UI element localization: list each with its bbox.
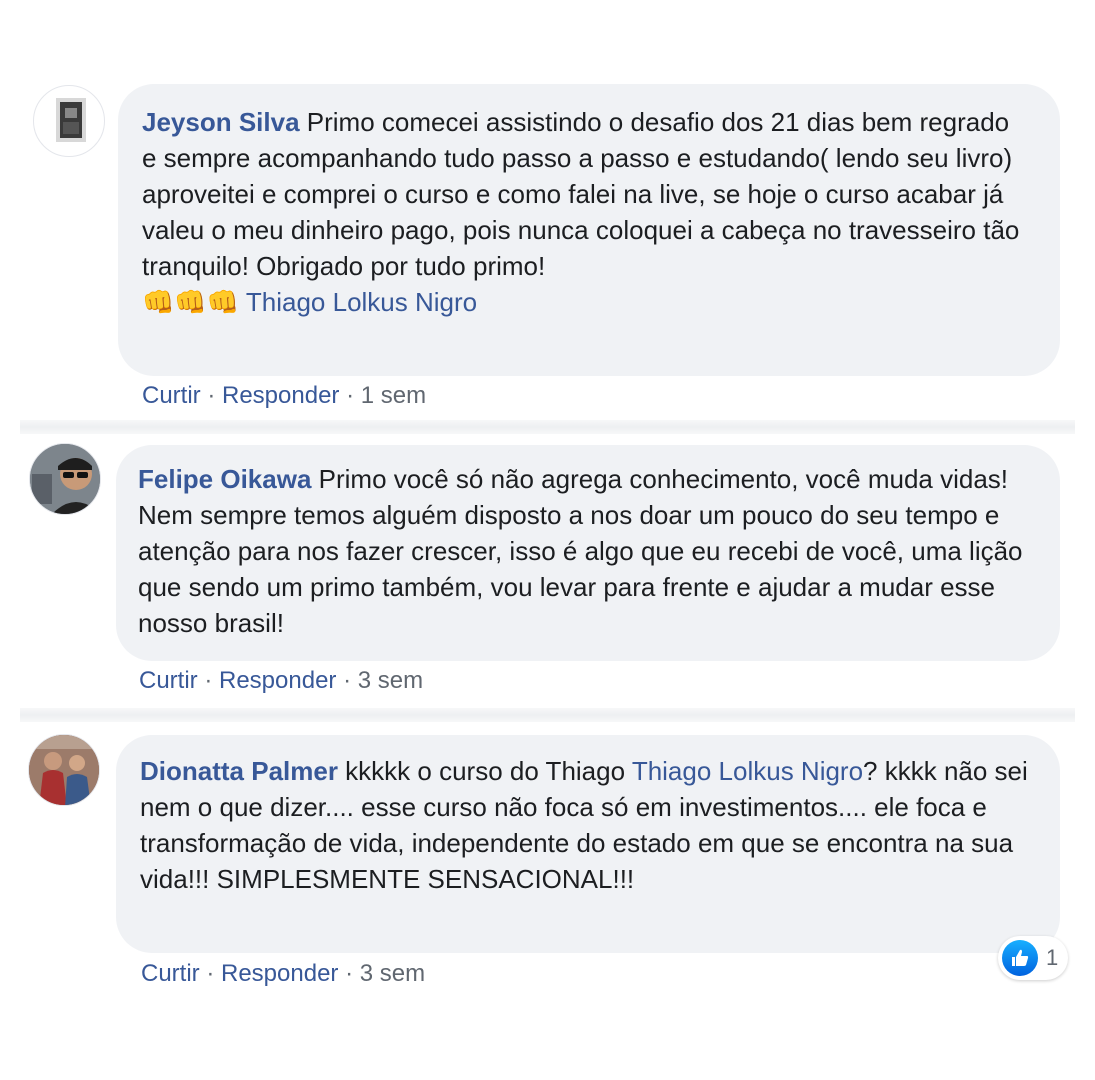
reaction-count: 1 (1046, 945, 1059, 970)
mention-link[interactable]: Thiago Lolkus Nigro (246, 287, 477, 317)
like-button[interactable]: Curtir (141, 960, 200, 987)
like-button[interactable]: Curtir (139, 667, 198, 694)
reply-button[interactable]: Responder (222, 382, 339, 409)
comment-text: kkkkk o curso do Thiago (337, 756, 632, 786)
avatar[interactable] (28, 734, 100, 806)
divider (20, 708, 1075, 722)
comment-actions: Curtir · Responder · 3 sem (141, 960, 425, 988)
separator: · (199, 960, 221, 987)
comment-bubble: Dionatta Palmer kkkkk o curso do Thiago … (116, 735, 1060, 953)
comment-timestamp[interactable]: 1 sem (361, 382, 426, 409)
fist-emoji-icon: 👊👊👊 (142, 287, 240, 317)
avatar[interactable] (29, 443, 101, 515)
comment-actions: Curtir · Responder · 1 sem (142, 382, 426, 410)
separator: · (339, 382, 361, 409)
comment-author[interactable]: Jeyson Silva (142, 107, 300, 137)
comment-author[interactable]: Dionatta Palmer (140, 756, 338, 786)
avatar[interactable] (33, 85, 105, 157)
separator: · (197, 667, 219, 694)
comment-timestamp[interactable]: 3 sem (358, 667, 423, 694)
mention-link[interactable]: Thiago Lolkus Nigro (632, 756, 863, 786)
like-icon (1002, 940, 1038, 976)
comment-bubble: Felipe Oikawa Primo você só não agrega c… (116, 445, 1060, 661)
reply-button[interactable]: Responder (221, 960, 338, 987)
comment-author[interactable]: Felipe Oikawa (138, 464, 311, 494)
comments-section: Jeyson Silva Primo comecei assistindo o … (0, 0, 1095, 1080)
comment-bubble: Jeyson Silva Primo comecei assistindo o … (118, 84, 1060, 376)
separator: · (336, 667, 358, 694)
separator: · (200, 382, 222, 409)
reaction-summary[interactable]: 1 (998, 936, 1069, 980)
like-button[interactable]: Curtir (142, 382, 201, 409)
reply-button[interactable]: Responder (219, 667, 336, 694)
divider (20, 420, 1075, 434)
comment-actions: Curtir · Responder · 3 sem (139, 667, 423, 695)
separator: · (338, 960, 360, 987)
comment-timestamp[interactable]: 3 sem (360, 960, 425, 987)
